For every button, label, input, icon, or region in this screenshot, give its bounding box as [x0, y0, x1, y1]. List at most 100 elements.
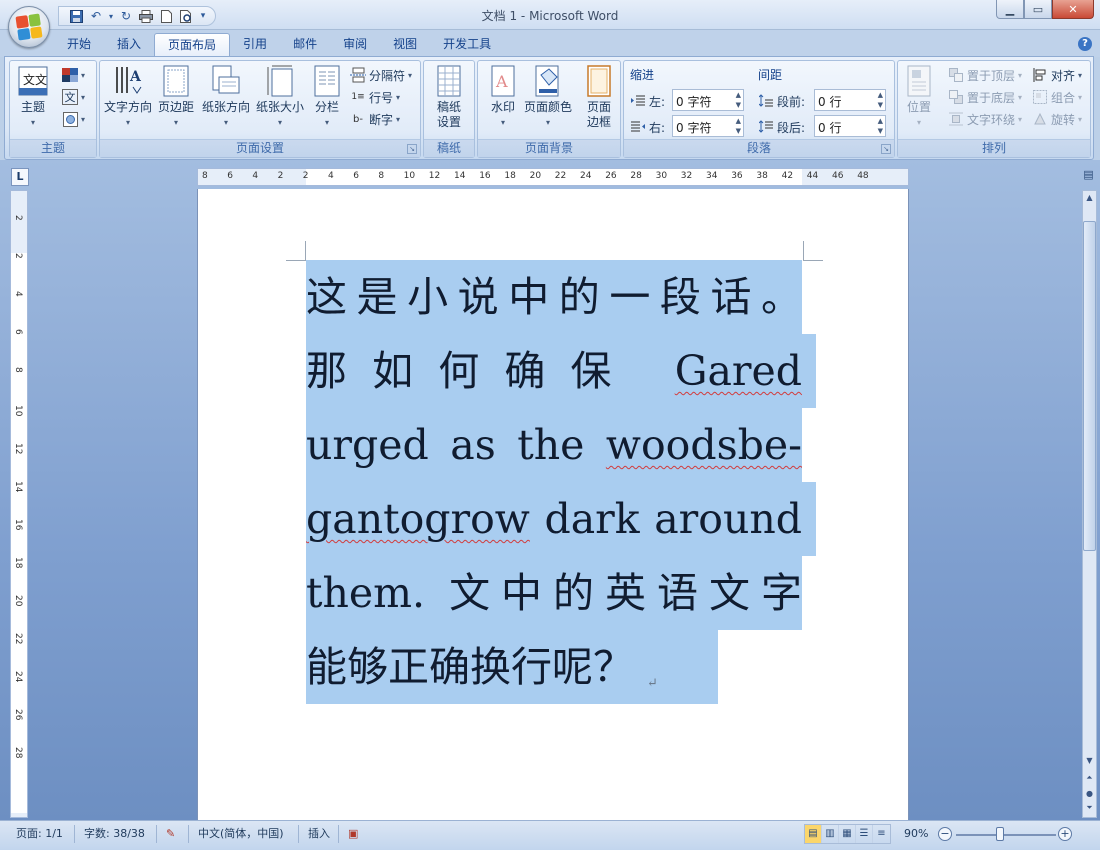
line-numbers-button[interactable]: 1≡ 行号 ▾: [350, 87, 400, 107]
size-button[interactable]: 纸张大小 ▾: [256, 65, 304, 130]
paragraph-launcher-icon[interactable]: ↘: [881, 144, 891, 154]
minimize-button[interactable]: ▁: [996, 0, 1024, 19]
watermark-button[interactable]: A 水印 ▾: [488, 65, 518, 130]
position-button[interactable]: 位置 ▾: [904, 65, 934, 130]
macro-record-icon[interactable]: ▣: [348, 825, 358, 843]
chevron-down-icon: ▾: [1078, 70, 1083, 80]
customize-toolbar-icon[interactable]: ▾: [197, 8, 209, 24]
page-count[interactable]: 页面: 1/1: [16, 825, 63, 843]
document-page[interactable]: 这是小说中的一段话。 那如何确保 Gared urged as the wood…: [197, 189, 909, 824]
tab-2[interactable]: 页面布局: [154, 33, 231, 57]
text-line[interactable]: gantogrow dark around: [306, 482, 816, 556]
orientation-button[interactable]: 纸张方向 ▾: [202, 65, 250, 130]
align-button[interactable]: 对齐 ▾: [1032, 65, 1082, 85]
office-button[interactable]: [8, 6, 50, 48]
previous-page-icon[interactable]: ⏶: [1083, 773, 1096, 783]
draft-view-icon[interactable]: ≡: [873, 825, 890, 843]
save-icon[interactable]: [67, 8, 85, 24]
text-line[interactable]: urged as the woodsbe-: [306, 408, 816, 482]
page-borders-button[interactable]: 页面 边框: [584, 65, 614, 130]
group-objects-button[interactable]: 组合 ▾: [1032, 87, 1082, 107]
web-layout-icon[interactable]: ▦: [839, 825, 856, 843]
view-ruler-icon[interactable]: ▤: [1081, 168, 1096, 186]
group-label-paragraph: 段落: [624, 139, 894, 157]
text-wrap-button[interactable]: 文字环绕 ▾: [948, 109, 1022, 129]
spelling-error: Gared: [674, 347, 802, 395]
tab-7[interactable]: 开发工具: [430, 33, 504, 57]
indent-right-spinner[interactable]: 0 字符 ▲ ▼: [672, 115, 744, 137]
vertical-scrollbar[interactable]: ▲ ▼ ⏶ ● ⏷: [1082, 190, 1097, 818]
scrollbar-thumb[interactable]: [1083, 221, 1096, 551]
tab-1[interactable]: 插入: [104, 33, 154, 57]
page-color-button[interactable]: 页面颜色 ▾: [524, 65, 572, 130]
help-icon[interactable]: ?: [1078, 37, 1092, 51]
zoom-level[interactable]: 90%: [904, 825, 928, 843]
zoom-slider-track[interactable]: [956, 834, 1056, 836]
quick-print-icon[interactable]: [137, 8, 155, 24]
proofing-icon[interactable]: ✎: [166, 825, 175, 843]
group-objects-icon: [1032, 89, 1048, 105]
undo-dropdown-icon[interactable]: ▾: [107, 8, 115, 24]
tab-3[interactable]: 引用: [230, 33, 280, 57]
rotate-button[interactable]: 旋转 ▾: [1032, 109, 1082, 129]
margins-icon: [161, 65, 191, 97]
tab-0[interactable]: 开始: [54, 33, 104, 57]
horizontal-ruler[interactable]: 8 6 4 2 2 4 6 8 10 12 14 16 18 20 22 24 26 28 30 32 34 36 38 42…: [197, 168, 909, 186]
text-line[interactable]: 那如何确保 Gared: [306, 334, 816, 408]
outline-view-icon[interactable]: ☰: [856, 825, 873, 843]
text-direction-button[interactable]: A 文字方向 ▾: [104, 65, 152, 130]
theme-effects-button[interactable]: ▾: [62, 109, 85, 129]
maximize-button[interactable]: ▭: [1024, 0, 1052, 19]
tab-5[interactable]: 审阅: [330, 33, 380, 57]
page-setup-launcher-icon[interactable]: ↘: [407, 144, 417, 154]
spin-arrows-icon[interactable]: ▲ ▼: [878, 90, 883, 110]
ruler-tick-label: 22: [554, 171, 567, 181]
undo-icon[interactable]: ↶: [87, 8, 105, 24]
indent-left-spinner[interactable]: 0 字符 ▲ ▼: [672, 89, 744, 111]
spin-arrows-icon[interactable]: ▲ ▼: [878, 116, 883, 136]
tab-4[interactable]: 邮件: [280, 33, 330, 57]
insert-mode-indicator[interactable]: 插入: [308, 825, 330, 843]
tab-6[interactable]: 视图: [380, 33, 430, 57]
next-page-icon[interactable]: ⏷: [1083, 803, 1096, 813]
word-count[interactable]: 字数: 38/38: [84, 825, 145, 843]
zoom-in-icon[interactable]: +: [1058, 827, 1072, 841]
browse-object-icon[interactable]: ●: [1083, 789, 1096, 798]
ruler-tick-label: 48: [857, 171, 869, 181]
theme-colors-button[interactable]: ▾: [62, 65, 85, 85]
theme-fonts-button[interactable]: 文 ▾: [62, 87, 85, 107]
text-line[interactable]: 这是小说中的一段话。: [306, 260, 816, 334]
text-line[interactable]: 能够正确换行呢？ ↵: [306, 630, 816, 704]
ruler-tick-label: 18: [13, 557, 23, 569]
send-to-back-button[interactable]: 置于底层 ▾: [948, 87, 1022, 107]
spin-arrows-icon[interactable]: ▲ ▼: [736, 116, 741, 136]
spacing-after-spinner[interactable]: 0 行 ▲ ▼: [814, 115, 886, 137]
spacing-before-spinner[interactable]: 0 行 ▲ ▼: [814, 89, 886, 111]
manuscript-setup-button[interactable]: 稿纸 设置: [434, 65, 464, 130]
breaks-icon: [350, 67, 366, 83]
new-document-icon[interactable]: [157, 8, 175, 24]
scroll-up-icon[interactable]: ▲: [1083, 193, 1096, 202]
scroll-down-icon[interactable]: ▼: [1083, 756, 1096, 765]
tab-selector-button[interactable]: L: [11, 168, 29, 186]
ruler-tick-label: 12: [428, 171, 441, 181]
theme-button[interactable]: 文文 主题 ▾: [18, 65, 48, 130]
print-layout-icon[interactable]: ▤: [805, 825, 822, 843]
language-indicator[interactable]: 中文(简体，中国): [198, 825, 284, 843]
print-preview-icon[interactable]: [177, 8, 195, 24]
bring-to-front-button[interactable]: 置于顶层 ▾: [948, 65, 1022, 85]
document-body[interactable]: 这是小说中的一段话。 那如何确保 Gared urged as the wood…: [306, 260, 816, 704]
close-button[interactable]: ✕: [1052, 0, 1094, 19]
hyphenation-button[interactable]: b‑ 断字 ▾: [350, 109, 400, 129]
ruler-text-area: [11, 253, 27, 813]
breaks-button[interactable]: 分隔符 ▾: [350, 65, 412, 85]
zoom-slider-thumb[interactable]: [996, 827, 1005, 841]
redo-icon[interactable]: ↻: [117, 8, 135, 24]
spin-arrows-icon[interactable]: ▲ ▼: [736, 90, 741, 110]
zoom-out-icon[interactable]: −: [938, 827, 952, 841]
text-line[interactable]: them. 文中的英语文字: [306, 556, 816, 630]
columns-button[interactable]: 分栏 ▾: [312, 65, 342, 130]
margins-button[interactable]: 页边距 ▾: [158, 65, 194, 130]
vertical-ruler[interactable]: 2 2 4 6 8 10 12 14 16 18 20 22 24 26 28: [10, 190, 28, 818]
full-screen-reading-icon[interactable]: ▥: [822, 825, 839, 843]
